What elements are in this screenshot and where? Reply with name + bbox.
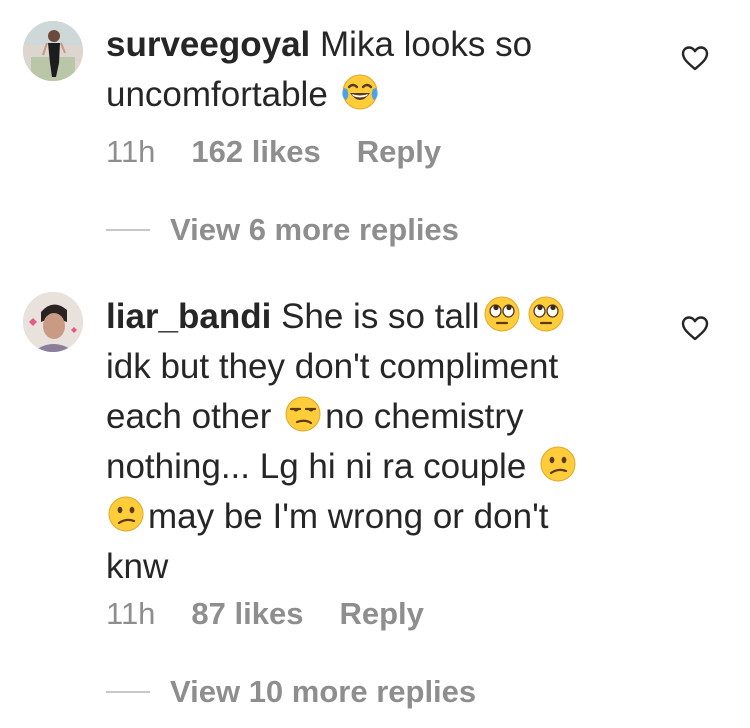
reply-button[interactable]: Reply [339, 596, 423, 632]
comment-text-line: nothing... Lg hi ni ra couple [106, 447, 527, 486]
comment-text-line: She is so tall [281, 297, 480, 336]
divider-line [106, 229, 150, 231]
unamused-face-icon [285, 396, 321, 432]
avatar[interactable] [23, 292, 83, 352]
view-more-replies-label: View 10 more replies [170, 674, 477, 709]
comment-text-line: uncomfortable [106, 75, 328, 114]
face-with-rolling-eyes-icon [528, 296, 563, 332]
divider-line [106, 691, 150, 693]
comment-text-line: idk but they don't compliment [106, 347, 559, 386]
heart-outline-icon[interactable] [680, 44, 710, 72]
view-more-replies-label: View 6 more replies [170, 212, 459, 247]
confused-face-icon [108, 496, 144, 532]
comment-username[interactable]: surveegoyal [106, 25, 310, 64]
comment-time: 11h [106, 596, 156, 631]
comment-text-line: knw [106, 547, 169, 586]
avatar[interactable] [23, 21, 83, 81]
comment-likes[interactable]: 87 likes [191, 596, 303, 632]
reply-button[interactable]: Reply [357, 134, 441, 170]
comment-text: surveegoyal Mika looks so uncomfortable [106, 20, 646, 120]
comment-username[interactable]: liar_bandi [106, 297, 271, 336]
view-more-replies-button[interactable]: View 6 more replies [106, 212, 459, 248]
comment-text-line: no chemistry [325, 397, 524, 436]
face-with-rolling-eyes-icon [484, 296, 519, 332]
heart-outline-icon[interactable] [680, 314, 710, 342]
comment-text-line: Mika looks so [320, 25, 533, 64]
comment-meta: 11h 87 likes Reply [106, 596, 424, 632]
comment-meta: 11h 162 likes Reply [106, 134, 441, 170]
comment-text-line: each other [106, 397, 272, 436]
face-with-tears-of-joy-icon [341, 74, 378, 110]
comment-time: 11h [106, 134, 156, 169]
comment-text-line: may be I'm wrong or don't [148, 497, 549, 536]
confused-face-icon [540, 446, 576, 482]
comment-text: liar_bandi She is so tall idk but they d… [106, 292, 646, 592]
comment-likes[interactable]: 162 likes [191, 134, 320, 170]
view-more-replies-button[interactable]: View 10 more replies [106, 674, 476, 710]
